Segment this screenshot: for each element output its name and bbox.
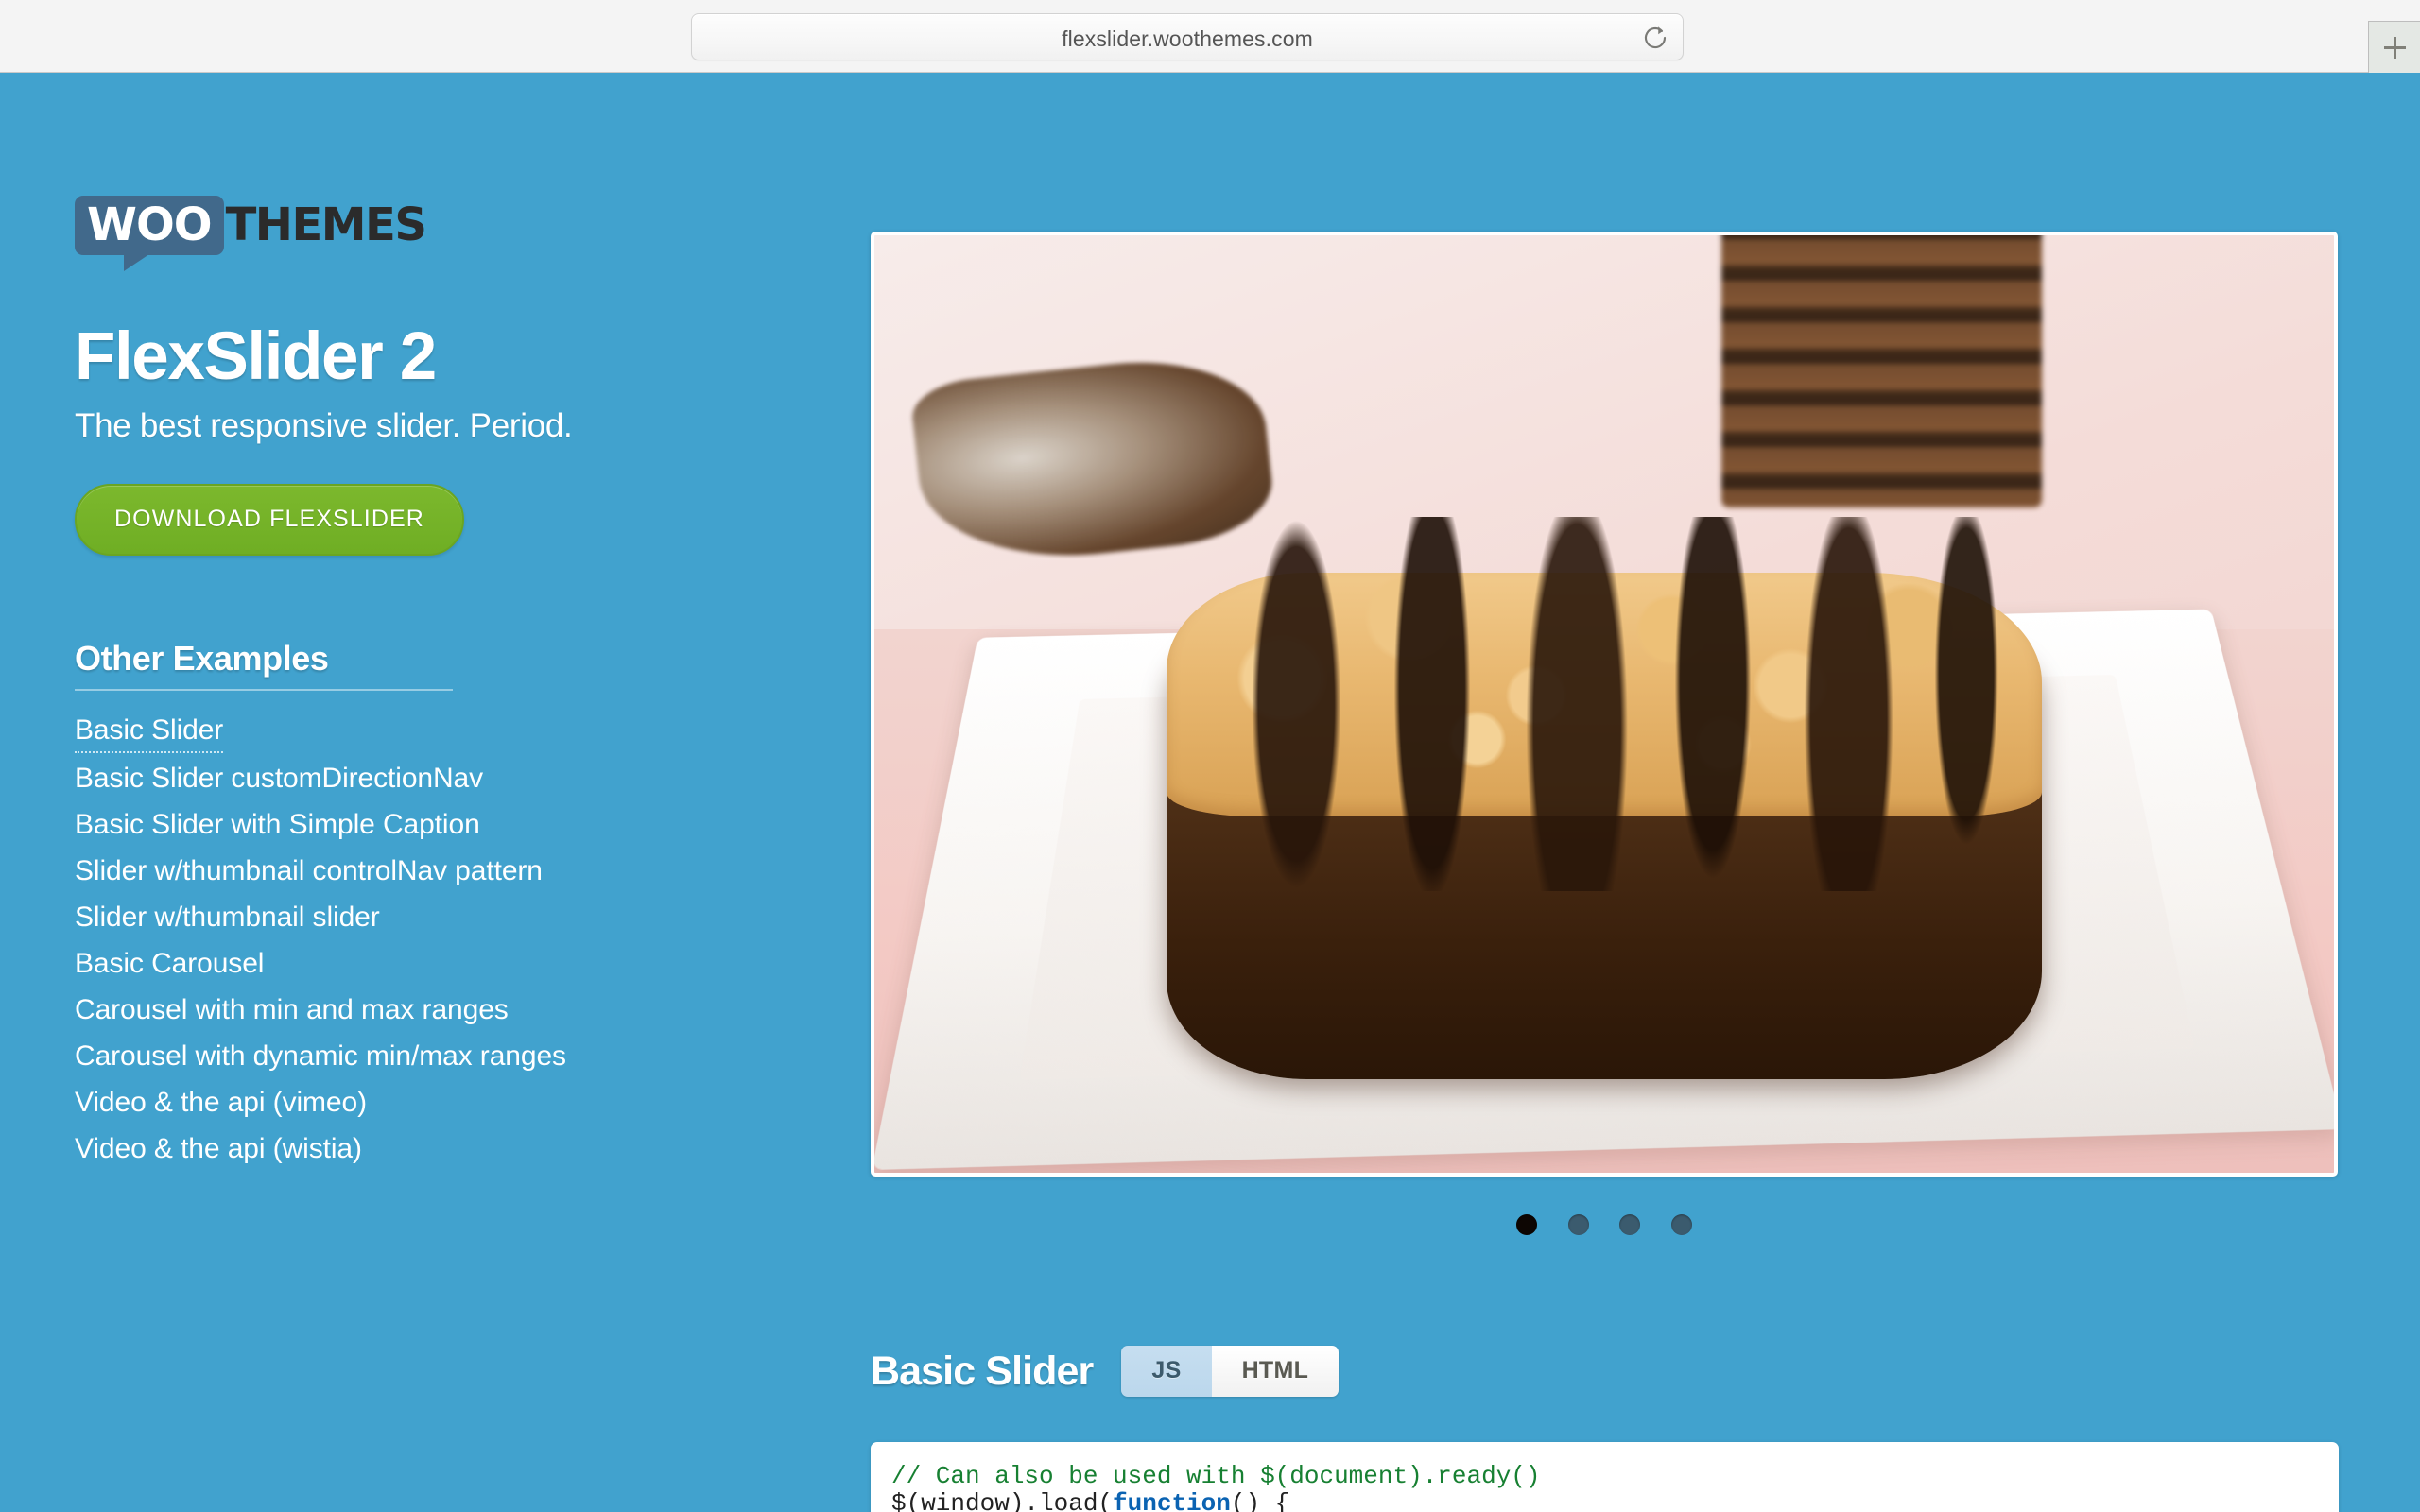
code-line-2a: $(window).load(: [891, 1489, 1113, 1512]
other-examples-heading: Other Examples: [75, 639, 453, 691]
page-subtitle: The best responsive slider. Period.: [75, 407, 793, 445]
flexslider[interactable]: [871, 232, 2338, 1177]
example-link-thumbnail-slider[interactable]: Slider w/thumbnail slider: [75, 897, 380, 938]
code-comment-line: // Can also be used with $(document).rea…: [891, 1462, 1541, 1490]
list-item: Video & the api (wistia): [75, 1128, 793, 1170]
slider-dot-3[interactable]: [1619, 1214, 1640, 1235]
example-link-carousel-dynamic-min-max[interactable]: Carousel with dynamic min/max ranges: [75, 1036, 566, 1077]
slide-image-dessert: [874, 235, 2334, 1173]
slider-dot-4[interactable]: [1671, 1214, 1692, 1235]
list-item: Carousel with min and max ranges: [75, 989, 793, 1031]
slider-region: [871, 232, 2338, 1177]
slider-dot-1[interactable]: [1516, 1214, 1537, 1235]
reload-icon[interactable]: [1641, 24, 1669, 52]
code-snippet-panel[interactable]: // Can also be used with $(document).rea…: [871, 1442, 2339, 1512]
list-item: Basic Slider with Simple Caption: [75, 804, 793, 846]
list-item: Video & the api (vimeo): [75, 1082, 793, 1124]
browser-chrome: flexslider.woothemes.com: [0, 0, 2420, 73]
chocolate-drizzle-shape: [1151, 517, 2056, 892]
download-flexslider-button[interactable]: DOWNLOAD FLEXSLIDER: [75, 484, 464, 556]
tab-html[interactable]: HTML: [1212, 1346, 1340, 1397]
list-item: Carousel with dynamic min/max ranges: [75, 1036, 793, 1077]
tab-js[interactable]: JS: [1121, 1346, 1211, 1397]
slider-dot-2[interactable]: [1568, 1214, 1589, 1235]
example-link-carousel-min-max[interactable]: Carousel with min and max ranges: [75, 989, 509, 1031]
page-title: FlexSlider 2: [75, 321, 793, 393]
left-column: WOO THEMES FlexSlider 2 The best respons…: [75, 196, 793, 1175]
code-line-2b: () {: [1231, 1489, 1289, 1512]
logo-woo-text: WOO: [87, 198, 212, 251]
address-bar-url[interactable]: flexslider.woothemes.com: [692, 26, 1683, 52]
example-link-basic-carousel[interactable]: Basic Carousel: [75, 943, 264, 985]
demo-section-header: Basic Slider JS HTML: [871, 1346, 1339, 1397]
list-item: Basic Carousel: [75, 943, 793, 985]
new-tab-button[interactable]: [2368, 21, 2420, 73]
example-link-custom-direction-nav[interactable]: Basic Slider customDirectionNav: [75, 758, 483, 799]
example-link-video-wistia[interactable]: Video & the api (wistia): [75, 1128, 362, 1170]
list-item: Basic Slider customDirectionNav: [75, 758, 793, 799]
example-link-video-vimeo[interactable]: Video & the api (vimeo): [75, 1082, 367, 1124]
example-link-basic-slider[interactable]: Basic Slider: [75, 710, 223, 753]
list-item: Slider w/thumbnail slider: [75, 897, 793, 938]
example-link-simple-caption[interactable]: Basic Slider with Simple Caption: [75, 804, 480, 846]
code-tab-group: JS HTML: [1121, 1346, 1339, 1397]
page-body: WOO THEMES FlexSlider 2 The best respons…: [0, 73, 2420, 1512]
cookie-stack-shape: [1721, 235, 2043, 507]
slider-control-nav: [871, 1214, 2338, 1235]
demo-section-title: Basic Slider: [871, 1349, 1093, 1394]
list-item: Basic Slider: [75, 710, 793, 753]
address-bar[interactable]: flexslider.woothemes.com: [691, 13, 1684, 60]
woothemes-logo[interactable]: WOO THEMES: [75, 196, 425, 269]
code-keyword-function: function: [1113, 1489, 1231, 1512]
example-link-thumbnail-controlnav[interactable]: Slider w/thumbnail controlNav pattern: [75, 850, 543, 892]
other-examples-list: Basic Slider Basic Slider customDirectio…: [75, 710, 793, 1170]
logo-bubble: WOO: [75, 196, 224, 255]
code-snippet: // Can also be used with $(document).rea…: [891, 1463, 2310, 1512]
logo-themes-text: THEMES: [226, 202, 426, 248]
list-item: Slider w/thumbnail controlNav pattern: [75, 850, 793, 892]
